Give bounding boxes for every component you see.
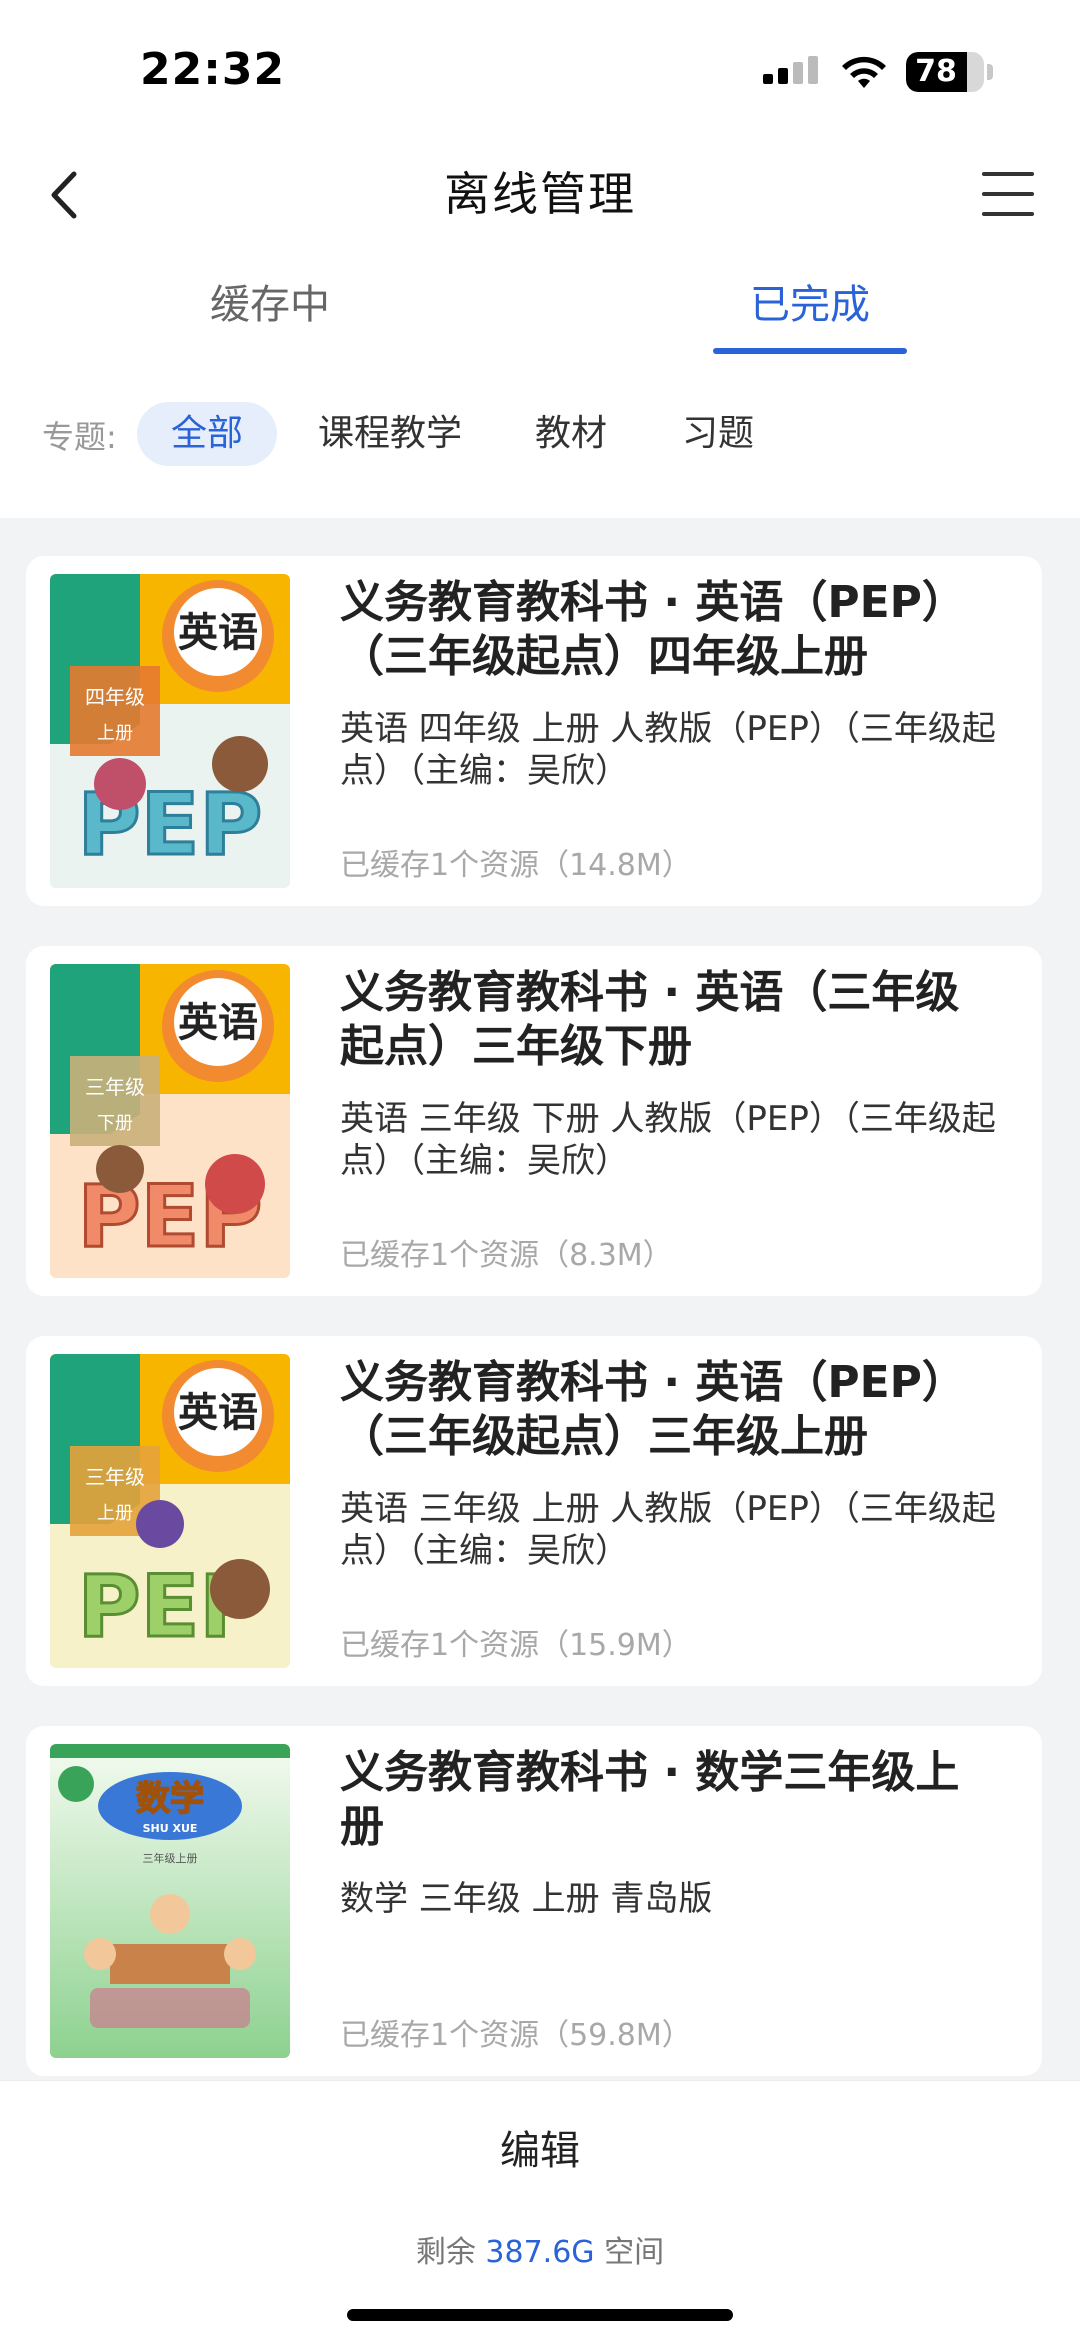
cover-subject: 数学	[136, 1779, 204, 1819]
storage-value: 387.6G	[485, 2235, 595, 2270]
book-title: 义务教育教科书 · 英语（三年级起点）三年级下册	[340, 967, 960, 1072]
home-indicator[interactable]	[347, 2309, 733, 2321]
book-title: 义务教育教科书 · 英语（PEP）（三年级起点）四年级上册	[340, 577, 966, 682]
book-description: 数学 三年级 上册 青岛版	[340, 1879, 713, 1919]
bottom-bar: 编辑 剩余 387.6G 空间	[0, 2080, 1080, 2341]
cover-subject: 英语	[178, 609, 258, 656]
cover-grade: 三年级	[85, 1465, 145, 1489]
tab-bar: 缓存中 已完成	[0, 260, 1080, 360]
storage-info: 剩余 387.6G 空间	[0, 2227, 1080, 2271]
chip-course-teaching[interactable]: 课程教学	[300, 402, 480, 466]
battery-icon: 78	[906, 52, 984, 92]
cache-status: 已缓存1个资源（8.3M）	[340, 1238, 673, 1273]
topic-filter: 专题: 全部 课程教学 教材 习题	[0, 360, 1080, 518]
book-description: 英语 四年级 上册 人教版（PEP）（三年级起点）（主编：吴欣）	[340, 709, 996, 791]
list-item[interactable]: 英语 三年级 下册 PEP 义务教育教科书 · 英语（三年级起点）三年级下册 英…	[26, 946, 1042, 1296]
list-item[interactable]: 数学 SHU XUE 三年级上册 义务教育教科书 · 数学三年级上册 数学 三年…	[26, 1726, 1042, 2076]
status-bar: 22:32 78	[0, 0, 1080, 130]
book-description: 英语 三年级 上册 人教版（PEP）（三年级起点）（主编：吴欣）	[340, 1489, 996, 1571]
battery-tip	[987, 64, 993, 80]
english-book-cover: 英语 三年级 上册 PEP	[50, 1354, 290, 1668]
storage-prefix: 剩余	[415, 2235, 476, 2270]
math-book-cover: 数学 SHU XUE 三年级上册	[50, 1744, 290, 2058]
cache-status: 已缓存1个资源（14.8M）	[340, 848, 692, 883]
book-description: 英语 三年级 下册 人教版（PEP）（三年级起点）（主编：吴欣）	[340, 1099, 996, 1181]
list-item[interactable]: 英语 四年级 上册 PEP 义务教育教科书 · 英语（PEP）（三年级起点）四年…	[26, 556, 1042, 906]
nav-bar: 离线管理	[0, 130, 1080, 260]
cover-grade: 四年级	[85, 685, 145, 709]
active-tab-indicator	[713, 348, 907, 354]
menu-icon[interactable]	[980, 166, 1036, 222]
chip-all[interactable]: 全部	[137, 402, 277, 466]
signal-icon	[763, 56, 818, 84]
cover-subject: 英语	[178, 999, 258, 1046]
cover-term: 上册	[97, 1503, 133, 1524]
english-book-cover: 英语 三年级 下册 PEP	[50, 964, 290, 1278]
chip-exercise[interactable]: 习题	[662, 402, 774, 466]
battery-level-text: 78	[915, 54, 957, 89]
page-title: 离线管理	[444, 167, 636, 221]
english-book-cover: 英语 四年级 上册 PEP	[50, 574, 290, 888]
cover-grade: 三年级上册	[143, 1851, 198, 1865]
cover-grade: 三年级	[85, 1075, 145, 1099]
cover-pinyin: SHU XUE	[143, 1822, 198, 1835]
tab-caching[interactable]: 缓存中	[140, 272, 400, 330]
cache-status: 已缓存1个资源（59.8M）	[340, 2018, 692, 2053]
storage-suffix: 空间	[604, 2235, 665, 2270]
filter-label: 专题:	[42, 418, 117, 456]
chip-textbook[interactable]: 教材	[515, 402, 627, 466]
cover-term: 下册	[97, 1113, 133, 1134]
edit-button[interactable]: 编辑	[440, 2111, 640, 2191]
cover-subject: 英语	[178, 1389, 258, 1436]
cache-status: 已缓存1个资源（15.9M）	[340, 1628, 692, 1663]
book-title: 义务教育教科书 · 数学三年级上册	[340, 1747, 960, 1852]
list-item[interactable]: 英语 三年级 上册 PEP 义务教育教科书 · 英语（PEP）（三年级起点）三年…	[26, 1336, 1042, 1686]
book-title: 义务教育教科书 · 英语（PEP）（三年级起点）三年级上册	[340, 1357, 966, 1462]
cover-term: 上册	[97, 723, 133, 744]
download-list: 英语 四年级 上册 PEP 义务教育教科书 · 英语（PEP）（三年级起点）四年…	[0, 518, 1080, 2078]
status-time: 22:32	[140, 44, 286, 95]
tab-completed[interactable]: 已完成	[680, 272, 940, 330]
wifi-icon	[842, 56, 886, 88]
